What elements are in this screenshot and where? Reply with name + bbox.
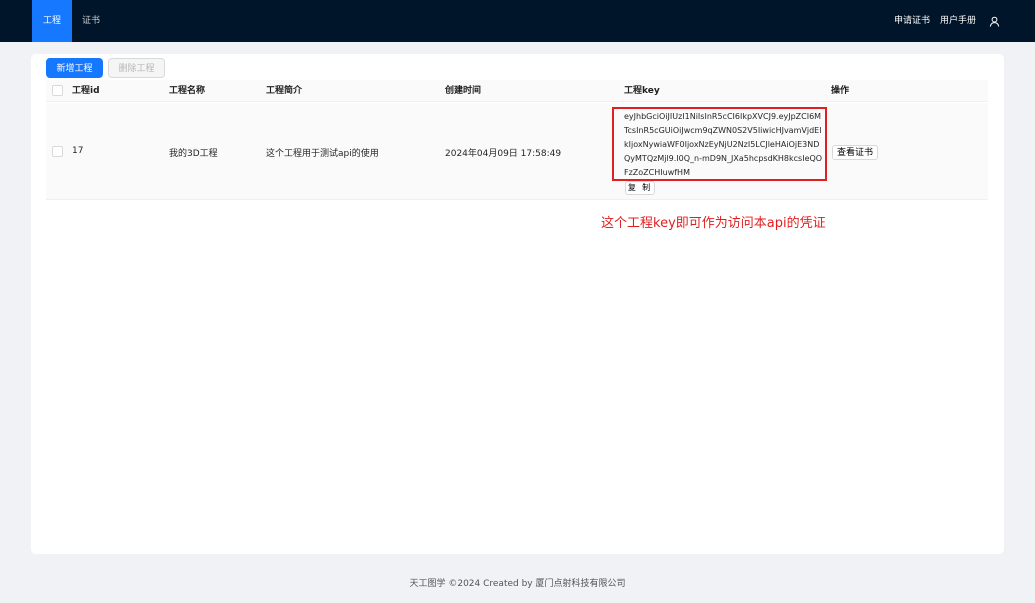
column-header-name: 工程名称 xyxy=(169,86,206,96)
user-icon[interactable] xyxy=(989,16,1000,27)
cell-project-desc: 这个工程用于测试api的使用 xyxy=(266,149,379,159)
row-checkbox[interactable] xyxy=(52,146,63,157)
footer: 天工图学 ©2024 Created by 厦门点射科技有限公司 xyxy=(409,579,626,589)
user-manual-link[interactable]: 用户手册 xyxy=(940,0,976,42)
tab-certificate[interactable]: 证书 xyxy=(72,0,110,42)
view-certificate-button[interactable]: 查看证书 xyxy=(832,145,878,160)
cell-created-time: 2024年04月09日 17:58:49 xyxy=(445,149,562,159)
top-nav-bar: 工程 证书 申请证书 用户手册 xyxy=(0,0,1035,42)
table-header: 工程id 工程名称 工程简介 创建时间 工程key 操作 xyxy=(46,80,988,102)
cell-project-id: 17 xyxy=(72,146,84,156)
column-header-action: 操作 xyxy=(831,86,850,96)
delete-project-button[interactable]: 删除工程 xyxy=(108,58,165,78)
column-header-key: 工程key xyxy=(624,86,660,96)
add-project-button[interactable]: 新增工程 xyxy=(46,58,103,78)
tab-project[interactable]: 工程 xyxy=(32,0,72,42)
copy-key-button[interactable]: 复 制 xyxy=(625,181,655,195)
column-header-desc: 工程简介 xyxy=(266,86,303,96)
key-highlight-box xyxy=(612,107,827,181)
column-header-created: 创建时间 xyxy=(445,86,482,96)
key-annotation: 这个工程key即可作为访问本api的凭证 xyxy=(601,216,826,231)
cell-project-name: 我的3D工程 xyxy=(169,149,218,159)
select-all-checkbox[interactable] xyxy=(52,85,63,96)
column-header-id: 工程id xyxy=(72,86,100,96)
apply-certificate-link[interactable]: 申请证书 xyxy=(894,0,930,42)
